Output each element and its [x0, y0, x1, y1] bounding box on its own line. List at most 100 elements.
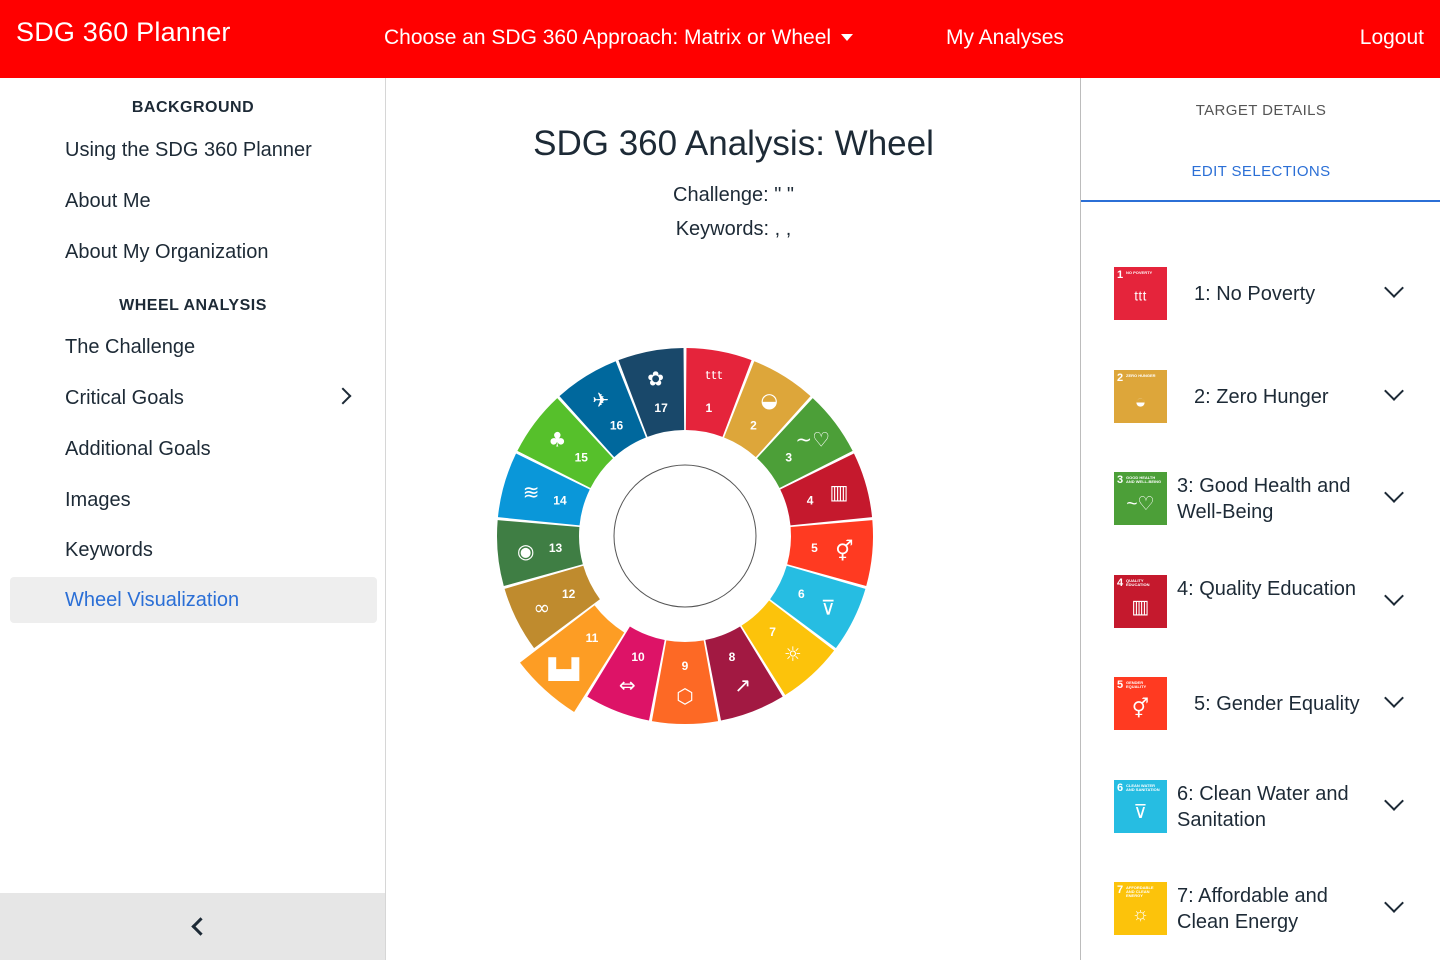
top-bar: SDG 360 Planner Choose an SDG 360 Approa…: [0, 0, 1440, 78]
goal-title: 4: Quality Education: [1177, 577, 1356, 600]
goal-row-1[interactable]: 1 NO POVERTY ᵗᵗᵗ 1: No Poverty: [1081, 243, 1440, 343]
sdg-wheel: 1 ᵗᵗᵗ 2 ◒ 3~♡ 4 ▥ 5 ⚥ 6 ⊽ 7 ☼ 8 ↗ 9 ⬡ 10 ⇔ 11 ▙▟ 12 ∞ 13 ◉ 14 ≋ 15 ♣…: [497, 348, 873, 724]
tab-edit-selections[interactable]: EDIT SELECTIONS: [1081, 163, 1440, 180]
sidebar-item-critical-goals[interactable]: Critical Goals: [10, 375, 377, 421]
gender-icon: ⚥: [1131, 699, 1150, 720]
goal-tile-caption: ZERO HUNGER: [1126, 372, 1156, 378]
people-icon: ᵗᵗᵗ: [1134, 289, 1147, 310]
keywords-text: Keywords: , ,: [675, 218, 792, 240]
water-icon: ⊽: [1133, 801, 1148, 823]
goal-tile-number: 5: [1117, 679, 1124, 691]
section-title-wheel-analysis: WHEEL ANALYSIS: [119, 297, 267, 314]
wheel-segment-number: 3: [785, 451, 792, 465]
cubes-icon: ⬡: [676, 684, 693, 708]
wheel-segment-number: 15: [575, 451, 589, 465]
goal-tile-caption: CLEAN WATER AND SANITATION: [1126, 782, 1160, 792]
dove-icon: ✈: [592, 388, 609, 412]
wheel-segment-number: 8: [729, 650, 736, 664]
goal-row-7[interactable]: 7 AFFORDABLE AND CLEAN ENERGY ☼ 7: Affordab…: [1081, 858, 1440, 958]
book-icon: ▥: [829, 480, 848, 504]
chevron-down-icon[interactable]: [1384, 483, 1404, 503]
goal-tile-7: 7 AFFORDABLE AND CLEAN ENERGY ☼: [1114, 882, 1167, 935]
wheel-segment-number: 4: [807, 493, 814, 507]
sidebar-item-about-me[interactable]: About Me: [10, 178, 377, 224]
goal-tile-4: 4 QUALITY EDUCATION ▥: [1114, 574, 1167, 628]
book-icon: ▥: [1131, 596, 1150, 618]
goal-row-3[interactable]: 3 GOOD HEALTH AND WELL-BEING ~♡ 3: Good Hea…: [1081, 448, 1440, 548]
wheel-segment-number: 12: [562, 587, 576, 601]
wheel-segment-number: 5: [811, 541, 818, 555]
sun-power-icon: ☼: [1131, 904, 1150, 925]
sun-power-icon: ☼: [784, 642, 802, 666]
fish-icon: ≋: [523, 480, 540, 504]
wheel-segment-number: 10: [631, 650, 645, 664]
goal-tile-caption: QUALITY EDUCATION: [1126, 577, 1150, 587]
sidebar-item-images[interactable]: Images: [10, 477, 377, 523]
goal-row-6[interactable]: 6 CLEAN WATER AND SANITATION ⊽ 6: Clean Wat…: [1081, 756, 1440, 856]
city-icon: ▙▟: [547, 657, 579, 681]
sidebar-item-keywords[interactable]: Keywords: [10, 527, 377, 573]
wheel-segment-number: 16: [610, 418, 624, 432]
chevron-left-icon: [191, 917, 210, 936]
goal-title: 5: Gender Equality: [1194, 693, 1360, 715]
wheel-center-circle: [613, 464, 757, 608]
infinity-icon: ∞: [533, 595, 550, 619]
wheel-segment-number: 14: [553, 493, 567, 507]
flower-rings-icon: ✿: [647, 367, 664, 391]
sidebar-item-additional-goals[interactable]: Additional Goals: [10, 426, 377, 472]
goal-tile-number: 4: [1117, 576, 1124, 589]
goal-title: 2: Zero Hunger: [1194, 385, 1329, 408]
page-title: SDG 360 Analysis: Wheel: [533, 124, 934, 163]
goal-tile-3: 3 GOOD HEALTH AND WELL-BEING ~♡: [1114, 472, 1167, 525]
tree-icon: ♣: [548, 428, 566, 452]
goal-tile-5: 5 GENDER EQUALITY ⚥: [1114, 677, 1167, 730]
caret-down-icon: [841, 33, 854, 41]
gender-icon: ⚥: [835, 539, 853, 563]
people-icon: ᵗᵗᵗ: [706, 367, 724, 391]
wheel-segment-number: 13: [549, 541, 563, 555]
approach-dropdown[interactable]: Choose an SDG 360 Approach: Matrix or Wh…: [384, 26, 854, 50]
goal-tile-1: 1 NO POVERTY ᵗᵗᵗ: [1114, 267, 1167, 320]
heartbeat-icon: ~♡: [1126, 494, 1155, 515]
tab-target-details[interactable]: TARGET DETAILS: [1081, 102, 1440, 119]
growth-chart-icon: ↗: [734, 673, 751, 697]
wheel-segment-number: 7: [769, 625, 776, 639]
logout-link[interactable]: Logout: [1360, 26, 1424, 50]
chevron-down-icon[interactable]: [1384, 893, 1404, 913]
sidebar: BACKGROUND Using the SDG 360 Planner Abo…: [0, 78, 386, 960]
my-analyses-link[interactable]: My Analyses: [946, 26, 1064, 50]
goal-row-5[interactable]: 5 GENDER EQUALITY ⚥ 5: Gender Equality: [1081, 653, 1440, 753]
sidebar-item-wheel-visualization[interactable]: Wheel Visualization: [10, 577, 377, 623]
collapse-sidebar-button[interactable]: [0, 893, 385, 960]
chevron-right-icon: [334, 387, 352, 405]
goal-tile-2: 2 ZERO HUNGER ◒: [1114, 369, 1167, 423]
goal-row-2[interactable]: 2 ZERO HUNGER ◒ 2: Zero Hunger: [1081, 346, 1440, 446]
goal-tile-number: 7: [1117, 884, 1124, 896]
eye-earth-icon: ◉: [517, 539, 534, 563]
active-tab-indicator: [1081, 200, 1440, 202]
sidebar-item-challenge[interactable]: The Challenge: [10, 324, 377, 370]
challenge-text: Challenge: " ": [673, 184, 794, 206]
bowl-icon: ◒: [761, 388, 778, 412]
wheel-segment-number: 11: [586, 631, 599, 645]
section-title-background: BACKGROUND: [131, 99, 255, 116]
sidebar-item-label: Critical Goals: [65, 387, 184, 409]
goal-tile-number: 2: [1117, 371, 1124, 384]
goal-tile-caption: AFFORDABLE AND CLEAN ENERGY: [1126, 885, 1154, 898]
goal-row-4[interactable]: 4 QUALITY EDUCATION ▥ 4: Quality Education: [1081, 551, 1440, 651]
app-title[interactable]: SDG 360 Planner: [16, 17, 231, 48]
goal-tile-number: 3: [1117, 474, 1124, 486]
sidebar-item-about-organization[interactable]: About My Organization: [10, 229, 377, 275]
goal-tile-number: 6: [1117, 781, 1124, 794]
right-panel: TARGET DETAILS EDIT SELECTIONS 1 NO POVER…: [1080, 78, 1440, 960]
goal-title: 7: Affordable and Clean Energy: [1177, 885, 1328, 933]
water-icon: ⊽: [821, 595, 836, 619]
wheel-segment-number: 1: [706, 401, 713, 415]
goal-tile-6: 6 CLEAN WATER AND SANITATION ⊽: [1114, 779, 1167, 833]
goal-tile-number: 1: [1117, 269, 1124, 281]
wheel-segment-number: 17: [654, 401, 668, 415]
chevron-down-icon[interactable]: [1384, 790, 1404, 811]
chevron-down-icon[interactable]: [1384, 585, 1404, 606]
goal-tile-caption: NO POVERTY: [1126, 270, 1153, 275]
sidebar-item-using-planner[interactable]: Using the SDG 360 Planner: [10, 127, 377, 173]
